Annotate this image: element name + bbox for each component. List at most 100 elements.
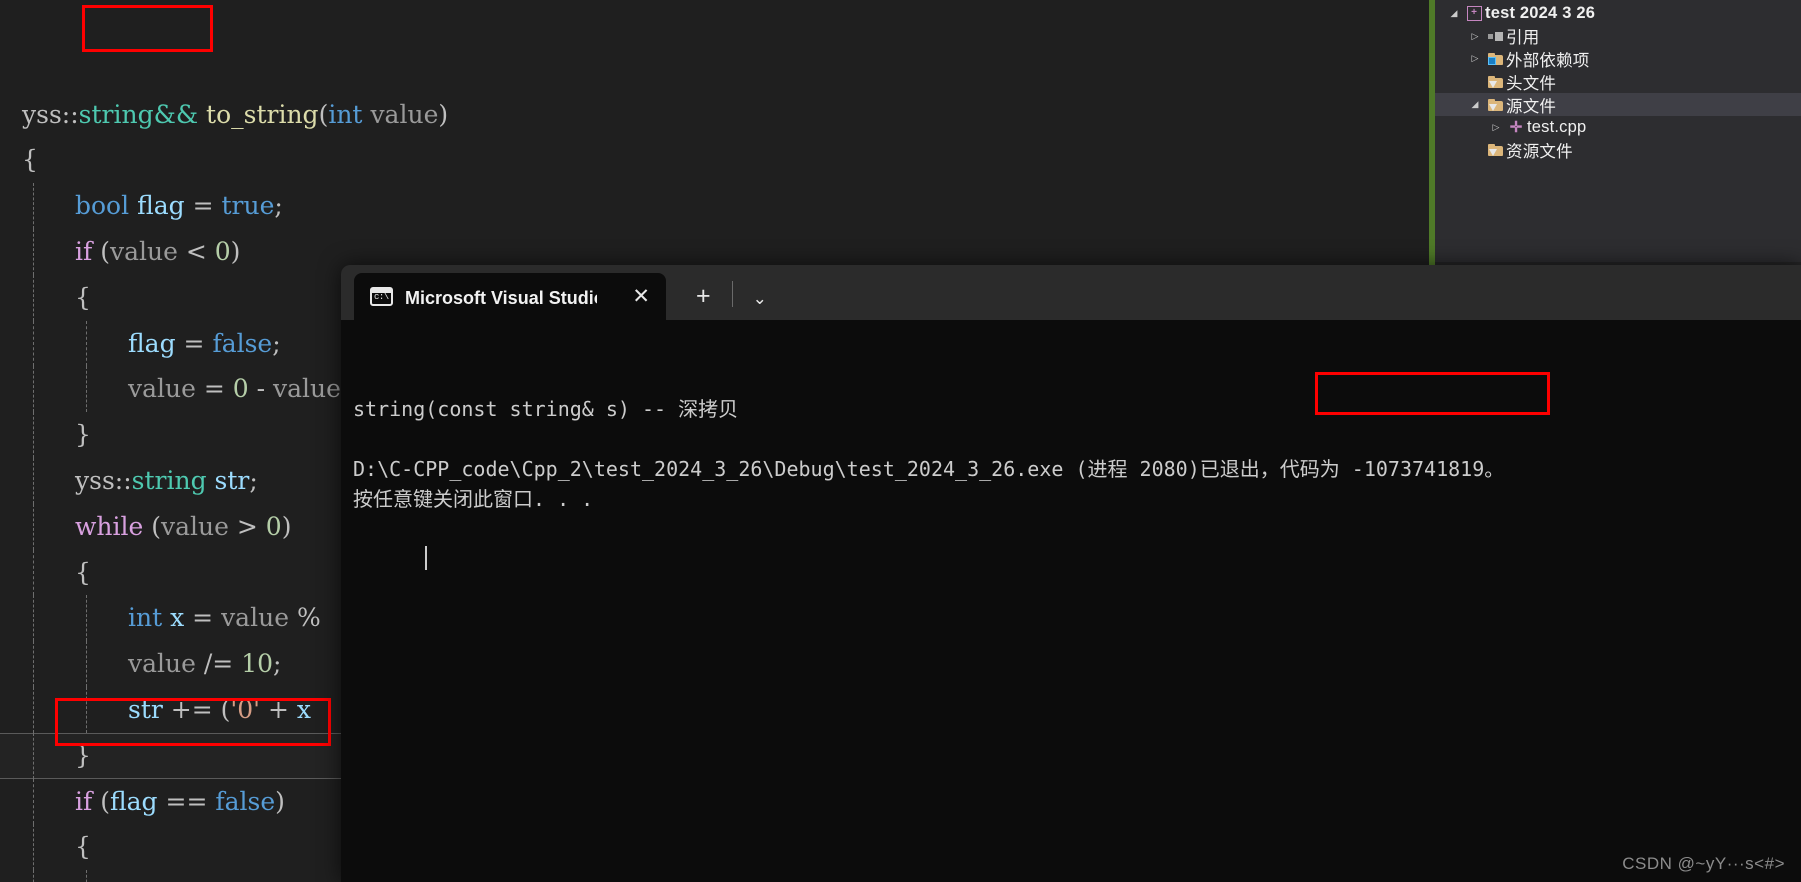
token-class: string [131,465,207,495]
token-punct: { [75,557,91,587]
token-punct: ) [230,236,241,266]
token-punct: ; [249,465,258,495]
terminal-titlebar[interactable]: c:\ Microsoft Visual Studio 调试控 ✕ + ⌄ [341,265,1801,320]
tree-item-test-2024-3-26[interactable]: ◢ + test 2024 3 26 [1435,2,1801,25]
tree-item-头文件[interactable]: 头文件 [1435,70,1801,93]
token-fn: to_string [206,99,319,129]
code-text: flag = false; [128,329,281,358]
token-plain: = [175,328,213,358]
tree-item-test.cpp[interactable]: ▷ ✛ test.cpp [1435,116,1801,139]
app-window: yss::string&& to_string(int value){bool … [0,0,1801,882]
tree-item-label: 引用 [1506,29,1540,48]
indent-guide [33,595,34,642]
token-param: value [128,649,196,679]
indent-guide [33,641,34,687]
terminal-cursor [425,546,428,570]
tree-item-label: test 2024 3 26 [1485,3,1596,22]
token-kw: if [75,236,93,266]
token-punct: ; [273,649,282,679]
token-type: bool [75,191,130,221]
code-text: { [22,145,38,174]
terminal-line: D:\C-CPP_code\Cpp_2\test_2024_3_26\Debug… [353,457,1505,481]
code-text: { [75,832,91,861]
terminal-output-lines: string(const string& s) -- 深拷贝 D:\C-CPP_… [353,394,1801,514]
token-punct: { [22,145,38,175]
chevron-right-icon[interactable]: ▷ [1466,31,1484,41]
indent-guide [86,870,87,882]
indent-guide [33,503,34,550]
token-plain: = [184,603,222,633]
code-text: int x = value % [128,603,321,632]
token-var: flag [128,328,176,358]
token-punct: < [185,236,207,266]
token-punct: /= [203,649,234,679]
token-param: value [109,236,178,266]
new-tab-button[interactable]: + [696,284,711,309]
token-var: x [170,603,185,633]
tree-item-外部依赖项[interactable]: ▷ 外部依赖项 [1435,48,1801,71]
code-text: if (flag == false) [75,787,285,816]
chevron-down-icon[interactable]: ◢ [1445,8,1463,18]
token-punct: + [268,694,289,724]
token-punct: ) [275,786,285,816]
code-text: if (value < 0) [75,237,240,266]
token-type: int [328,99,363,129]
token-punct: ; [274,191,283,221]
tree-item-引用[interactable]: ▷ 引用 [1435,25,1801,48]
tree-item-源文件[interactable]: ◢ 源文件 [1435,93,1801,116]
code-text: } [75,420,91,449]
tree-item-label: 头文件 [1506,74,1557,93]
token-param: value [370,99,439,129]
token-punct: ; [243,878,251,882]
code-line: yss::string&& to_string(int value) [0,92,1434,138]
token-punct: { [75,282,91,312]
titlebar-divider [731,281,733,307]
chevron-right-icon[interactable]: ▷ [1487,122,1505,132]
code-text: str += '-'; [128,878,251,882]
code-text: { [75,558,91,587]
console-icon-text: c:\ [374,292,389,302]
code-line: { [0,137,1434,183]
indent-guide [86,366,87,413]
indent-guide [33,870,34,882]
cpp-project-icon: + [1463,5,1485,21]
code-line: bool flag = true; [0,183,1434,229]
chevron-right-icon[interactable]: ▷ [1466,54,1484,63]
token-type: int [128,603,163,633]
tree-item-label: 源文件 [1506,97,1557,116]
tree-item-label: 资源文件 [1506,143,1573,162]
chevron-down-icon[interactable]: ⌄ [753,290,767,307]
indent-guide [33,686,34,733]
terminal-output[interactable]: string(const string& s) -- 深拷贝 D:\C-CPP_… [341,320,1801,882]
token-punct: ( [318,99,329,129]
tree-item-资源文件[interactable]: 资源文件 [1435,139,1801,162]
tree-item-label: 外部依赖项 [1506,52,1590,70]
watermark: CSDN @~yY···s<#> [1622,854,1785,873]
terminal-tab[interactable]: c:\ Microsoft Visual Studio 调试控 ✕ [354,273,666,320]
terminal-line: 按任意键关闭此窗口. . . [353,487,594,511]
chevron-down-icon[interactable]: ◢ [1466,100,1484,109]
token-kw: if [75,786,93,816]
indent-guide [86,320,87,367]
close-icon[interactable]: ✕ [626,286,656,307]
indent-guide [33,732,34,779]
solution-explorer-tree[interactable]: ◢ + test 2024 3 26 ▷ 引用 ▷ 外部依赖项 头文件 ◢ 源文件 ▷ ✛ test.c… [1435,0,1801,162]
token-var: flag [109,786,158,816]
terminal-window[interactable]: c:\ Microsoft Visual Studio 调试控 ✕ + ⌄ st… [341,265,1801,882]
